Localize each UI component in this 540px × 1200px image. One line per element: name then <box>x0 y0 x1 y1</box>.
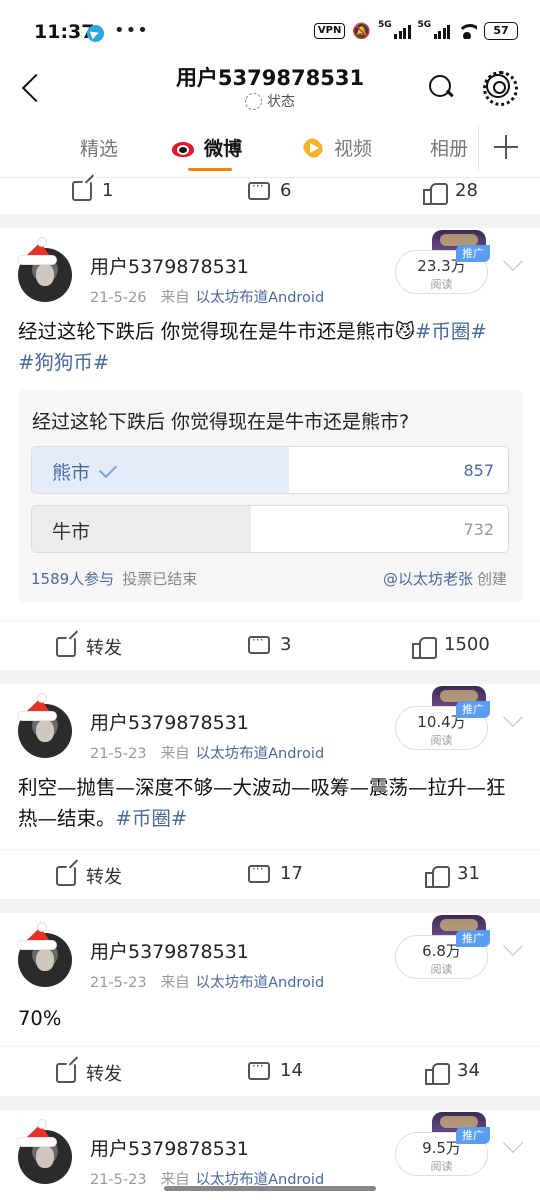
like-icon <box>425 864 450 888</box>
poll-option: 熊市 857 <box>31 446 509 494</box>
christmas-hat-icon <box>16 1120 58 1146</box>
share-icon <box>56 1063 76 1083</box>
chevron-down-icon[interactable] <box>503 251 523 271</box>
chevron-down-icon[interactable] <box>503 1133 523 1153</box>
like-button[interactable]: 34 <box>425 1060 480 1085</box>
post-source-link[interactable]: 以太坊布道Android <box>196 975 325 991</box>
comment-button[interactable]: 6 <box>248 179 291 201</box>
comment-button[interactable]: 14 <box>248 1059 303 1081</box>
promote-tag[interactable]: 推广 <box>456 701 490 718</box>
comment-icon <box>248 179 270 200</box>
share-button[interactable]: 转发 <box>56 863 122 889</box>
post-actions: 转发 3 1500 <box>0 620 540 670</box>
weibo-logo-icon <box>172 138 198 158</box>
christmas-hat-icon <box>16 238 58 264</box>
share-icon <box>72 180 92 201</box>
share-button[interactable]: 转发 <box>56 634 122 660</box>
more-notifications-icon: ••• <box>114 20 149 41</box>
status-bar: 11:37 ••• VPN 🔕 5G 5G 57 <box>0 0 540 60</box>
telegram-icon <box>87 25 104 42</box>
page-title: 用户5379878531 <box>175 66 365 90</box>
post-meta: 21-5-26 来自 以太坊布道Android <box>90 290 325 306</box>
post-actions: 转发 17 31 <box>0 849 540 899</box>
christmas-hat-icon <box>16 694 58 720</box>
battery-icon: 57 <box>484 22 518 40</box>
comment-button[interactable]: 3 <box>248 633 291 655</box>
tab-weibo[interactable]: 微博 <box>172 134 242 171</box>
post-username[interactable]: 用户5379878531 <box>90 937 249 964</box>
like-icon <box>412 635 437 659</box>
home-indicator[interactable] <box>164 1186 376 1191</box>
settings-gear-icon[interactable] <box>483 71 518 106</box>
search-icon[interactable] <box>426 72 456 102</box>
add-tab-icon[interactable] <box>494 135 518 159</box>
like-button[interactable]: 28 <box>423 180 478 205</box>
poll-option: 牛市 732 <box>31 505 509 553</box>
poll-option-label: 牛市 <box>52 521 91 543</box>
chevron-down-icon[interactable] <box>503 936 523 956</box>
comment-icon <box>248 633 270 654</box>
share-button[interactable]: 转发 <box>56 1060 122 1086</box>
post-source-link[interactable]: 以太坊布道Android <box>196 746 325 762</box>
poll-option-label: 熊市 <box>52 458 118 485</box>
profile-header: 用户5379878531 状态 <box>0 60 540 118</box>
chevron-down-icon[interactable] <box>503 707 523 727</box>
status-label: 状态 <box>267 94 295 110</box>
hashtag-link[interactable]: #币圈# <box>415 320 487 343</box>
tab-featured[interactable]: 精选 <box>80 134 118 161</box>
promote-tag[interactable]: 推广 <box>456 930 490 947</box>
post-source-link[interactable]: 以太坊布道Android <box>196 290 325 306</box>
post-meta: 21-5-23 来自 以太坊布道Android <box>90 975 325 991</box>
mute-icon: 🔕 <box>352 22 371 40</box>
like-icon <box>423 181 448 205</box>
promote-tag[interactable]: 推广 <box>456 1127 490 1144</box>
comment-icon <box>248 862 270 883</box>
post-username[interactable]: 用户5379878531 <box>90 1134 249 1161</box>
post-username[interactable]: 用户5379878531 <box>90 252 249 279</box>
christmas-hat-icon <box>16 923 58 949</box>
status-time: 11:37 <box>34 21 95 43</box>
post-text: 利空—抛售—深度不够—大波动—吸筹—震荡—拉升—狂热—结束。#币圈# <box>18 776 506 830</box>
status-icons: VPN 🔕 5G 5G 57 <box>313 20 518 40</box>
post-username[interactable]: 用户5379878531 <box>90 708 249 735</box>
comment-button[interactable]: 17 <box>248 862 303 884</box>
promote-tag[interactable]: 推广 <box>456 245 490 262</box>
tab-video[interactable]: 视频 <box>302 134 372 161</box>
post-text: 经过这轮下跌后 你觉得现在是牛市还是熊市😼#币圈# #狗狗币# <box>18 320 487 374</box>
like-button[interactable]: 1500 <box>412 634 490 659</box>
share-button[interactable]: 1 <box>72 180 113 201</box>
wifi-icon <box>457 23 477 39</box>
signal-icon-2: 5G <box>418 20 450 39</box>
comment-icon <box>248 1059 270 1080</box>
poll-creator[interactable]: @以太坊老张 创建 <box>383 568 507 589</box>
share-icon <box>56 866 76 886</box>
like-icon <box>425 1061 450 1085</box>
poll-participants: 1589人参与 <box>31 570 115 588</box>
vpn-icon: VPN <box>313 23 346 39</box>
poll-status: 投票已结束 <box>122 570 198 588</box>
post-text: 70% <box>18 1007 62 1030</box>
poll-option-count: 857 <box>463 461 494 480</box>
video-play-icon <box>302 138 326 158</box>
tab-album[interactable]: 相册 <box>430 134 468 161</box>
poll-question: 经过这轮下跌后 你觉得现在是牛市还是熊市? <box>32 411 410 433</box>
status-add-icon <box>245 93 262 110</box>
signal-icon-1: 5G <box>378 20 411 39</box>
prev-post-actions: 1 6 28 <box>0 178 540 214</box>
poll-card: 经过这轮下跌后 你觉得现在是牛市还是熊市? 熊市 857 牛市 732 1589… <box>18 390 523 602</box>
poll-option-count: 732 <box>463 520 494 539</box>
post-actions: 转发 14 34 <box>0 1046 540 1096</box>
hashtag-link[interactable]: #币圈# <box>116 807 188 830</box>
poll-footer: 1589人参与 投票已结束 <box>31 568 197 589</box>
like-button[interactable]: 31 <box>425 863 480 888</box>
hashtag-link[interactable]: #狗狗币# <box>18 351 109 374</box>
tab-divider <box>478 126 479 170</box>
check-icon <box>98 459 118 479</box>
profile-tabs: 精选 微博 视频 相册 <box>0 118 540 178</box>
active-tab-indicator <box>188 168 232 171</box>
share-icon <box>56 637 76 657</box>
post-meta: 21-5-23 来自 以太坊布道Android <box>90 746 325 762</box>
user-status[interactable]: 状态 <box>0 91 540 111</box>
